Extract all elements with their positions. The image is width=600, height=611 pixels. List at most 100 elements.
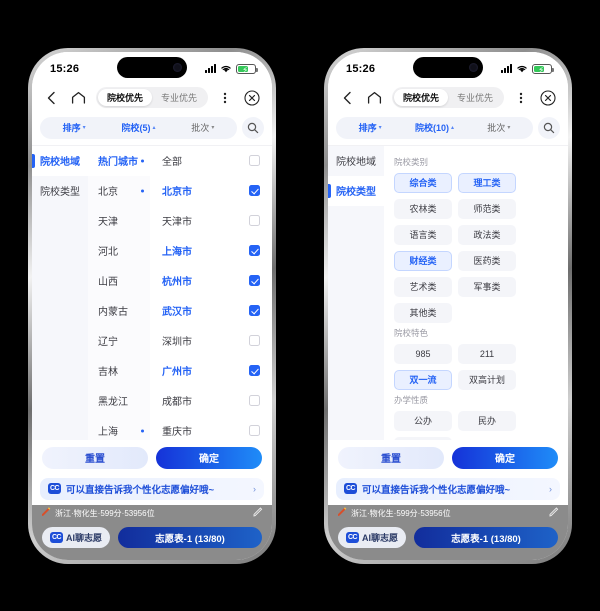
edit-icon[interactable] xyxy=(549,504,559,522)
score-info-row[interactable]: 浙江·物化生·599分·53956位 xyxy=(328,504,568,522)
chip[interactable]: 双一流 xyxy=(394,369,452,390)
edit-icon[interactable] xyxy=(253,504,263,522)
search-icon[interactable] xyxy=(538,116,560,139)
chip[interactable]: 语言类 xyxy=(394,224,452,245)
filter-batch[interactable]: 批次 ▾ xyxy=(171,121,235,134)
list-item[interactable]: 上海市 xyxy=(150,236,272,266)
ai-suggestion-banner[interactable]: CC 可以直接告诉我个性化志愿偏好哦~ › xyxy=(336,477,560,500)
filter-sort[interactable]: 排序 ▾ xyxy=(42,121,106,134)
chip[interactable]: 民办 xyxy=(458,410,516,431)
close-circle-icon[interactable] xyxy=(243,88,262,108)
chip[interactable]: 211 xyxy=(458,343,516,364)
ai-chat-button[interactable]: CC AI聊志愿 xyxy=(42,527,111,548)
list-item[interactable]: 杭州市 xyxy=(150,266,272,296)
checkbox[interactable] xyxy=(249,335,260,346)
sidebar-item-region[interactable]: 院校地域 xyxy=(328,146,384,176)
city-column[interactable]: 全部 北京市 天津市 上海市 杭州市 武汉市 深圳市 广州市 成都市 重庆市 xyxy=(150,145,272,440)
chevron-left-icon[interactable] xyxy=(42,88,61,108)
chip[interactable]: 农林类 xyxy=(394,198,452,219)
list-item[interactable]: 北京市 xyxy=(150,176,272,206)
checkbox[interactable] xyxy=(249,395,260,406)
search-icon[interactable] xyxy=(242,116,264,139)
chip[interactable]: 综合类 xyxy=(394,172,452,193)
volunteer-plan-button[interactable]: 志愿表-1 (13/80) xyxy=(414,527,558,548)
checkbox[interactable] xyxy=(249,275,260,286)
bottom-tab-bar: CC AI聊志愿 志愿表-1 (13/80) xyxy=(32,521,272,560)
list-item[interactable]: 深圳市 xyxy=(150,326,272,356)
list-item[interactable]: 河北 xyxy=(88,236,150,266)
province-label: 河北 xyxy=(98,247,118,258)
checkbox[interactable] xyxy=(249,305,260,316)
list-item[interactable]: 重庆市 xyxy=(150,416,272,440)
sidebar-item-type[interactable]: 院校类型 xyxy=(328,175,384,206)
chip[interactable]: 军事类 xyxy=(458,276,516,297)
chevron-down-icon: ▾ xyxy=(378,124,382,131)
checkbox[interactable] xyxy=(249,245,260,256)
filter-batch[interactable]: 批次 ▾ xyxy=(467,121,531,134)
tab-major-priority[interactable]: 专业优先 xyxy=(448,89,502,106)
tab-school-priority[interactable]: 院校优先 xyxy=(97,89,152,106)
filter-school[interactable]: 院校(5) ▴ xyxy=(106,121,170,134)
filter-bar: 排序 ▾ 院校(10) ▴ 批次 ▾ xyxy=(328,113,568,145)
list-item[interactable]: 黑龙江 xyxy=(88,386,150,416)
list-item[interactable]: 北京 xyxy=(88,176,150,206)
province-column[interactable]: 热门城市 北京 天津 河北 山西 内蒙古 辽宁 吉林 黑龙江 上海 江苏 xyxy=(88,145,150,440)
list-item[interactable]: 辽宁 xyxy=(88,326,150,356)
list-item[interactable]: 热门城市 xyxy=(88,145,150,176)
filter-pill-group: 排序 ▾ 院校(5) ▴ 批次 ▾ xyxy=(40,116,237,139)
selection-dot xyxy=(141,189,144,192)
selection-dot xyxy=(141,159,144,162)
list-item[interactable]: 天津市 xyxy=(150,206,272,236)
list-item[interactable]: 山西 xyxy=(88,266,150,296)
more-vertical-icon[interactable] xyxy=(512,88,531,108)
score-info-row[interactable]: 浙江·物化生·599分·53956位 xyxy=(32,504,272,522)
list-item[interactable]: 吉林 xyxy=(88,356,150,386)
list-item[interactable]: 全部 xyxy=(150,146,272,176)
sidebar-item-type[interactable]: 院校类型 xyxy=(32,176,88,206)
chip[interactable]: 政法类 xyxy=(458,224,516,245)
view-mode-segmented-control: 院校优先 专业优先 xyxy=(95,87,208,108)
checkbox[interactable] xyxy=(249,155,260,166)
chip[interactable]: 医药类 xyxy=(458,250,516,271)
chip[interactable]: 理工类 xyxy=(458,172,516,193)
list-item[interactable]: 上海 xyxy=(88,416,150,440)
ai-chat-button[interactable]: CC AI聊志愿 xyxy=(338,527,407,548)
province-label: 热门城市 xyxy=(98,157,138,168)
ai-suggestion-banner[interactable]: CC 可以直接告诉我个性化志愿偏好哦~ › xyxy=(40,477,264,500)
filter-sort-label: 排序 xyxy=(62,123,81,133)
chip[interactable]: 艺术类 xyxy=(394,276,452,297)
home-icon[interactable] xyxy=(365,88,384,108)
chip[interactable]: 财经类 xyxy=(394,250,452,271)
chip[interactable]: 公办 xyxy=(394,410,452,431)
checkbox[interactable] xyxy=(249,185,260,196)
filter-sort[interactable]: 排序 ▾ xyxy=(338,121,402,134)
chip[interactable]: 双高计划 xyxy=(458,369,516,390)
list-item[interactable]: 天津 xyxy=(88,206,150,236)
chip[interactable]: 985 xyxy=(394,343,452,364)
sidebar-item-region[interactable]: 院校地域 xyxy=(32,145,88,176)
reset-button[interactable]: 重置 xyxy=(42,446,148,469)
tab-school-priority[interactable]: 院校优先 xyxy=(393,89,448,106)
chip[interactable]: 其他类 xyxy=(394,302,452,323)
chevron-left-icon[interactable] xyxy=(338,88,357,108)
list-item[interactable]: 广州市 xyxy=(150,356,272,386)
filter-school-label: 院校(5) xyxy=(121,123,151,133)
city-label: 北京市 xyxy=(162,187,192,198)
tab-major-priority[interactable]: 专业优先 xyxy=(152,89,206,106)
list-item[interactable]: 成都市 xyxy=(150,386,272,416)
confirm-button[interactable]: 确定 xyxy=(156,446,262,469)
confirm-button[interactable]: 确定 xyxy=(452,446,558,469)
list-item[interactable]: 武汉市 xyxy=(150,296,272,326)
reset-button[interactable]: 重置 xyxy=(338,446,444,469)
checkbox[interactable] xyxy=(249,215,260,226)
checkbox[interactable] xyxy=(249,365,260,376)
checkbox[interactable] xyxy=(249,425,260,436)
chip[interactable]: 师范类 xyxy=(458,198,516,219)
filter-school[interactable]: 院校(10) ▴ xyxy=(402,121,466,134)
close-circle-icon[interactable] xyxy=(539,88,558,108)
list-item[interactable]: 内蒙古 xyxy=(88,296,150,326)
province-label: 上海 xyxy=(98,427,118,438)
home-icon[interactable] xyxy=(69,88,88,108)
volunteer-plan-button[interactable]: 志愿表-1 (13/80) xyxy=(118,527,262,548)
more-vertical-icon[interactable] xyxy=(216,88,235,108)
